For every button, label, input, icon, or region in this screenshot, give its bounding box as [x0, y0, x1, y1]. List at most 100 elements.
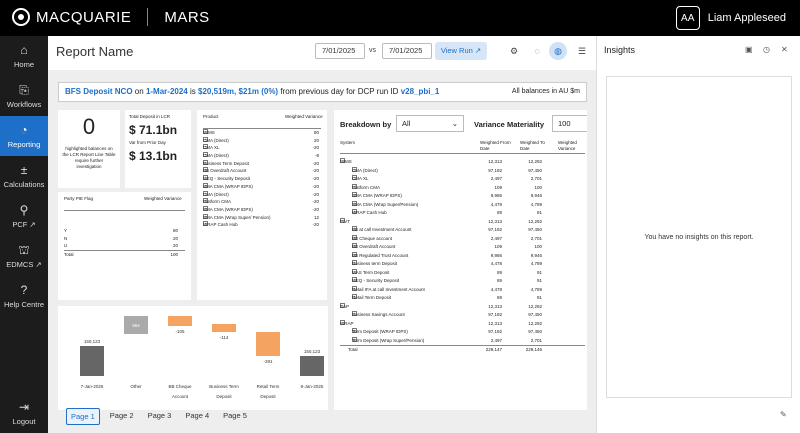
table-row[interactable]: + Retail IFA at call Investment Account 4,…: [340, 285, 585, 295]
table-row[interactable]: + SMA CMA (WRAP IDPS) 9,986 9,946: [340, 192, 585, 201]
nav-edmcs[interactable]: ⛫ EDMCS ↗: [0, 236, 48, 276]
avatar[interactable]: AA: [675, 6, 700, 30]
table-row[interactable]: − WRAP 12,313 12,292: [340, 319, 585, 329]
logo[interactable]: MACQUARIE MARS: [12, 8, 210, 26]
table-row[interactable]: + Business Savings Account 97,192 97,450: [340, 311, 585, 320]
date-to-input[interactable]: 7/01/2025: [382, 43, 432, 59]
page-1-tab[interactable]: Page 1: [66, 408, 100, 425]
nav-help[interactable]: ? Help Centre: [0, 276, 48, 316]
table-row[interactable]: + SMA CMA (WRAP IDPS) -20: [203, 205, 321, 214]
settings-icon[interactable]: ⚙: [507, 44, 521, 58]
table-row[interactable]: + MAS Term Deposit 89 91: [340, 268, 585, 278]
table-row[interactable]: + Platform CMA 109 100: [340, 183, 585, 193]
table-row[interactable]: + BB at call Investment Account 97,192 97,4…: [340, 226, 585, 235]
main-panel: Report Name 7/01/2025 vs 7/01/2025 View …: [48, 36, 596, 433]
table-row: U 20: [64, 243, 178, 249]
waterfall-bar[interactable]: [168, 316, 192, 326]
table-row[interactable]: + WRAP Cash Hub -20: [203, 221, 321, 229]
data-label: -281: [263, 359, 273, 364]
help-icon: ?: [20, 283, 28, 297]
insights-panel: Insights ▣ ◷ ✕ You have no insights on t…: [596, 36, 800, 433]
table-row[interactable]: + Term Deposit (WRAP IDPS) 97,192 97,450: [340, 328, 585, 337]
table-row[interactable]: + CMA (Direct) -8: [203, 152, 321, 160]
waterfall-bar[interactable]: [300, 356, 324, 376]
top-bar: MACQUARIE MARS AA Liam Appleseed: [0, 0, 800, 36]
history-icon[interactable]: ◷: [763, 45, 770, 54]
table-row[interactable]: + CMA (Direct) 20: [203, 136, 321, 145]
data-label: 150,123: [304, 349, 321, 354]
materiality-input[interactable]: 100: [552, 115, 587, 132]
table-row[interactable]: + MEQ - Security Deposit 89 91: [340, 277, 585, 286]
table-row[interactable]: + BB Overdraft Account 109 100: [340, 243, 585, 252]
table-row[interactable]: + CMA XL -20: [203, 144, 321, 152]
waterfall-bar[interactable]: [80, 346, 104, 376]
table-row[interactable]: − SAP 12,313 12,292: [340, 302, 585, 312]
x-tick-label: Deposit: [260, 394, 276, 399]
product-table: Product Weighted Variance + MIMS 80 + CMA (Di…: [197, 110, 327, 300]
nav-home[interactable]: ⌂ Home: [0, 36, 48, 76]
kpi-count-desc: highlighted balances on the LCR Report L…: [62, 146, 116, 169]
table-row[interactable]: + SMA CMA (WRAP IDPS) -20: [203, 182, 321, 191]
table-row[interactable]: + SMA CMA (Wrap Super/ Pension) 12: [203, 213, 321, 222]
total-deposit: $ 71.1bn: [129, 123, 178, 137]
table-row[interactable]: + WRAP Cash Hub 89 91: [340, 209, 585, 218]
logout-icon: ⇥: [18, 400, 30, 414]
kpi-count: 0: [82, 114, 96, 139]
table-row[interactable]: − PIVT 12,313 12,292: [340, 217, 585, 227]
table-row[interactable]: − MIMS 12,313 12,292: [340, 158, 585, 167]
data-label: -114: [220, 335, 229, 340]
product-name: MARS: [164, 8, 210, 26]
table-row[interactable]: + SMA CMA (Wrap Super/Pension) 4,478 4,789: [340, 200, 585, 210]
user-menu[interactable]: AA Liam Appleseed: [675, 6, 786, 30]
kpi-totals-card: Total Deposit in LCR $ 71.1bn Var from P…: [125, 110, 191, 188]
close-icon[interactable]: ✕: [781, 45, 788, 54]
list-icon[interactable]: ☰: [575, 44, 589, 58]
pie-flag-rows: Y 80 N 20 U 20 Total 100: [64, 227, 185, 258]
page-5-tab[interactable]: Page 5: [219, 408, 251, 425]
brand-name: MACQUARIE: [36, 8, 132, 26]
table-row[interactable]: + CMA (Direct) 97,192 97,450: [340, 166, 585, 176]
nav-reporting[interactable]: ◔ Reporting: [0, 116, 48, 156]
reporting-icon: ◔: [20, 123, 28, 137]
waterfall-bar[interactable]: [256, 332, 280, 356]
table-row[interactable]: + CMA (Direct) -20: [203, 190, 321, 199]
table-row[interactable]: + BB Overdraft Account -20: [203, 167, 321, 175]
page-4-tab[interactable]: Page 4: [181, 408, 213, 425]
pie-flag-table: Party PIE Flag Weighted Variance Y 80 N 20 U 2…: [58, 192, 191, 300]
table-row[interactable]: + Platform CMA -20: [203, 198, 321, 206]
lightbulb-icon[interactable]: ◍: [549, 42, 567, 60]
table-row[interactable]: + MEQ - Security Deposit -20: [203, 175, 321, 183]
comment-icon[interactable]: ◌: [530, 44, 544, 58]
nav-calculations[interactable]: ± Calculations: [0, 156, 48, 196]
date-from-input[interactable]: 7/01/2025: [315, 43, 365, 59]
table-row[interactable]: + Retail Term Deposit 89 91: [340, 294, 585, 303]
view-run-button[interactable]: View Run ↗: [435, 42, 487, 60]
nav-pcf[interactable]: ⚲ PCF ↗: [0, 196, 48, 236]
breakdown-rows: − MIMS 12,313 12,292 + CMA (Direct) 97,192 97,4…: [340, 158, 585, 354]
table-row[interactable]: + MIMS 80: [203, 129, 321, 137]
user-name: Liam Appleseed: [707, 12, 786, 24]
bookmark-icon[interactable]: ▣: [745, 45, 753, 54]
page-3-tab[interactable]: Page 3: [144, 408, 176, 425]
table-row[interactable]: + Business Term Deposit -20: [203, 159, 321, 168]
pagination: Page 1 Page 2 Page 3 Page 4 Page 5: [66, 408, 251, 425]
table-row[interactable]: Total 229,147 229,146: [340, 345, 585, 354]
waterfall-bar[interactable]: [212, 324, 236, 332]
table-row[interactable]: + Business term Deposit 4,478 4,789: [340, 260, 585, 269]
x-tick-label: Deposit: [216, 394, 232, 399]
breakdown-select[interactable]: All ⌄: [396, 115, 464, 132]
home-icon: ⌂: [20, 43, 28, 57]
table-row[interactable]: + BB Cheque account 2,497 2,701: [340, 234, 585, 244]
macquarie-logo-icon: [12, 8, 30, 26]
nav-workflows[interactable]: ⎘ Workflows: [0, 76, 48, 116]
table-row[interactable]: + BB Regulated Trust Account 9,986 9,946: [340, 251, 585, 261]
x-tick-label: Retail Term: [257, 384, 280, 389]
x-tick-label: Account: [172, 394, 189, 399]
table-row[interactable]: + CMA XL 2,497 2,701: [340, 175, 585, 184]
insights-empty: You have no insights on this report.: [606, 76, 792, 398]
currency-note: All balances in AU $m: [511, 88, 580, 95]
edit-icon[interactable]: ✎: [780, 410, 787, 419]
table-row[interactable]: + Term Deposit (Wrap Super/Pension) 2,497 2…: [340, 336, 585, 346]
nav-logout[interactable]: ⇥ Logout: [0, 393, 48, 433]
page-2-tab[interactable]: Page 2: [106, 408, 138, 425]
